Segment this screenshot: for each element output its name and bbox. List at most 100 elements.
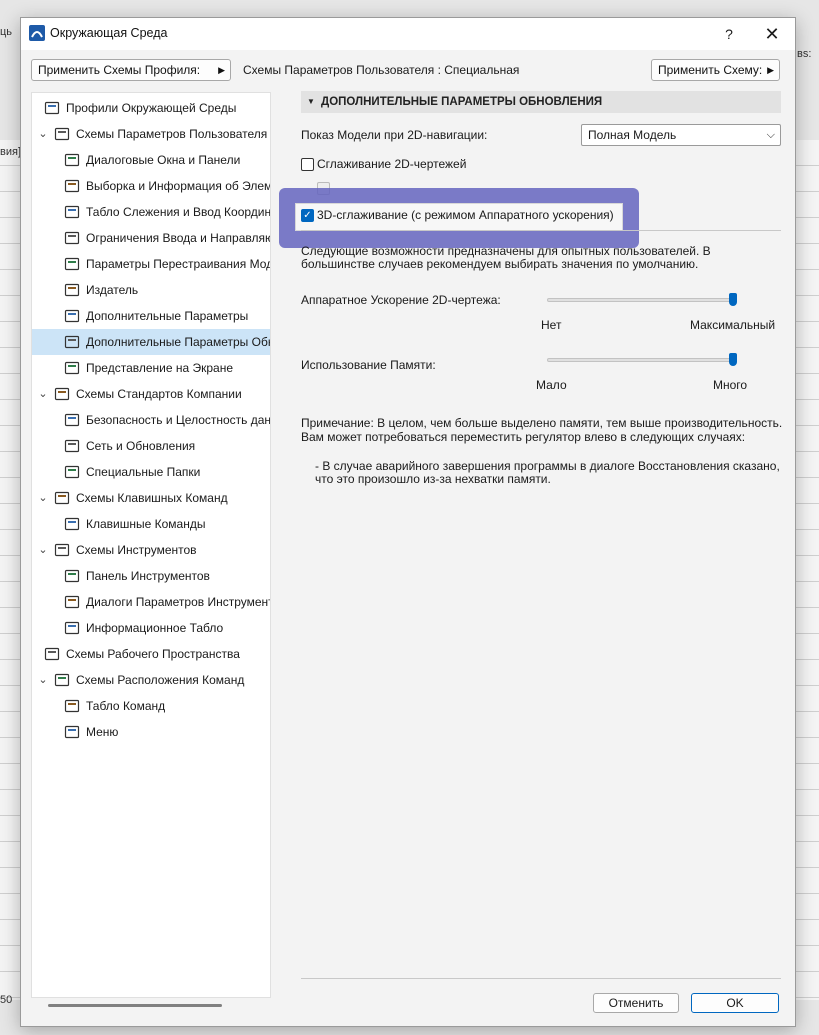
model-display-label: Показ Модели при 2D-навигации: [301,128,488,142]
chevron-down-icon[interactable]: ⌄ [36,121,50,147]
tree-item[interactable]: Меню [32,719,270,745]
globe-icon [64,439,80,453]
smoothing-3d-label: 3D-сглаживание (с режимом Аппаратного ус… [317,208,614,222]
apply-scheme-button[interactable]: Применить Схему: ▶ [651,59,780,81]
note-line-1: Примечание: В целом, чем больше выделено… [301,416,783,430]
tree-item[interactable]: Выборка и Информация об Элеме [32,173,270,199]
security-icon [64,413,80,427]
chevron-down-icon[interactable]: ⌄ [36,667,50,693]
apply-profile-button[interactable]: Применить Схемы Профиля: ▶ [31,59,231,81]
model-display-select[interactable]: Полная Модель ⌵ [581,124,781,146]
tree-item-label: Безопасность и Целостность данн [86,413,271,427]
tree-item[interactable]: Дополнительные Параметры [32,303,270,329]
tree-item-label: Табло Команд [86,699,166,713]
user-schemes-icon [54,127,70,141]
tree-horizontal-scrollbar[interactable] [48,1004,222,1007]
tree-item-label: Диалоги Параметров Инструменто [86,595,271,609]
hw-accel-min-label: Нет [541,318,562,332]
tree-item[interactable]: Диалоговые Окна и Панели [32,147,270,173]
arrow-right-icon: ▶ [218,65,225,75]
tree-item[interactable]: Сеть и Обновления [32,433,270,459]
menu-icon [64,725,80,739]
help-button[interactable]: ? [718,23,740,45]
hw-accel-slider[interactable] [547,298,737,302]
tree-item-label: Схемы Рабочего Пространства [66,647,240,661]
tree-item[interactable]: Дополнительные Параметры Обно [32,329,270,355]
memory-max-label: Много [713,378,748,392]
ok-button[interactable]: OK [691,993,779,1013]
tree-item-label: Представление на Экране [86,361,234,375]
info-box-icon [64,621,80,635]
smoothing-3d-checkbox[interactable]: ✓ [301,209,314,222]
tree-item[interactable]: ⌄ Схемы Инструментов [32,537,270,563]
tree-item-label: Профили Окружающей Среды [66,101,237,115]
toolbox-icon [64,569,80,583]
tree-item[interactable]: Ограничения Ввода и Направляю [32,225,270,251]
rebuild-icon [64,257,80,271]
tree-item[interactable]: Издатель [32,277,270,303]
tree-item[interactable]: ⌄ Схемы Клавишных Команд [32,485,270,511]
tree-item-label: Дополнительные Параметры [86,309,249,323]
tree-item[interactable]: Диалоги Параметров Инструменто [32,589,271,615]
selection-icon [64,179,80,193]
settings-tree[interactable]: Профили Окружающей Среды ⌄ Схемы Параметро… [31,92,271,998]
tree-item[interactable]: Табло Слежения и Ввод Координат [32,199,270,225]
tree-item[interactable]: Параметры Перестраивания Моде [32,251,270,277]
company-schemes-icon [54,387,70,401]
tree-item[interactable]: Безопасность и Целостность данн [32,407,271,433]
tree-item[interactable]: Специальные Папки [32,459,270,485]
memory-min-label: Мало [536,378,567,392]
tree-item-label: Схемы Стандартов Компании [76,387,242,401]
tree-item-label: Схемы Клавишных Команд [76,491,228,505]
close-button[interactable]: ✕ [761,23,783,45]
dialogs-icon [64,153,80,167]
tree-item[interactable]: Представление на Экране [32,355,270,381]
tree-item-label: Схемы Параметров Пользователя [76,127,268,141]
schemes-label: Схемы Параметров Пользователя : Специаль… [243,63,520,77]
command-box-icon [64,699,80,713]
tree-item[interactable]: ⌄ Схемы Расположения Команд [32,667,270,693]
tree-item[interactable]: Клавишные Команды [32,511,270,537]
tree-item[interactable]: Табло Команд [32,693,270,719]
shortcut-schemes-icon [54,491,70,505]
section-header-label: ДОПОЛНИТЕЛЬНЫЕ ПАРАМЕТРЫ ОБНОВЛЕНИЯ [321,96,603,108]
chevron-down-icon[interactable]: ⌄ [36,537,50,563]
tree-item[interactable]: ⌄ Схемы Параметров Пользователя [32,121,270,147]
mouse-icon [64,231,80,245]
tree-item[interactable]: Информационное Табло [32,615,270,641]
tree-item-label: Диалоговые Окна и Панели [86,153,241,167]
title-bar: Окружающая Среда ? ✕ [21,18,795,50]
arrow-right-icon: ▶ [767,65,774,75]
tree-item-label: Издатель [86,283,139,297]
workspace-schemes-icon [44,647,60,661]
footer-divider [301,978,781,979]
sliders-icon [64,309,80,323]
memory-slider[interactable] [547,358,737,362]
environment-dialog: Окружающая Среда ? ✕ Применить Схемы Про… [20,17,796,1027]
hw-accel-slider-thumb[interactable] [729,293,737,306]
smoothing-2d-checkbox[interactable] [301,158,314,171]
tree-item-label: Информационное Табло [86,621,224,635]
tree-item-label: Сеть и Обновления [86,439,196,453]
profiles-icon [44,101,60,115]
tree-item-label: Панель Инструментов [86,569,210,583]
apply-scheme-label: Применить Схему: [658,63,763,77]
bullet-line-1: - В случае аварийного завершения програм… [315,459,780,473]
memory-slider-thumb[interactable] [729,353,737,366]
tree-item[interactable]: Панель Инструментов [32,563,270,589]
app-icon [29,25,45,41]
chevron-down-icon[interactable]: ⌄ [36,381,50,407]
section-header[interactable]: ▼ ДОПОЛНИТЕЛЬНЫЕ ПАРАМЕТРЫ ОБНОВЛЕНИЯ [301,91,781,113]
chevron-down-icon[interactable]: ⌄ [36,485,50,511]
apply-profile-label: Применить Схемы Профиля: [38,63,201,77]
cancel-button[interactable]: Отменить [593,993,679,1013]
tree-item[interactable]: ⌄ Схемы Стандартов Компании [32,381,270,407]
command-layout-icon [54,673,70,687]
memory-label: Использование Памяти: [301,358,436,372]
advanced-note: Следующие возможности предназначены для … [301,244,711,271]
tree-item[interactable]: Профили Окружающей Среды [32,95,270,121]
triangle-down-icon: ▼ [307,97,315,106]
smoothing-2d-label: Сглаживание 2D-чертежей [317,157,467,171]
tree-item[interactable]: Схемы Рабочего Пространства [32,641,270,667]
shortcut-icon [64,517,80,531]
